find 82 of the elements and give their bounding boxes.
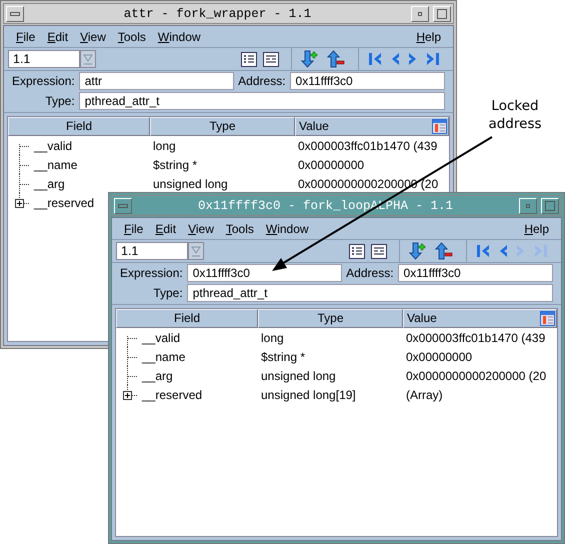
expand-icon[interactable] [15,193,30,208]
skip-first-icon[interactable] [367,51,383,67]
expand-icon[interactable] [123,385,138,400]
value-cell-text: 0x0000000000200000 (20 [405,369,548,383]
thread-combo-field[interactable]: 1.1 [8,50,80,68]
menu-item[interactable]: Window [260,220,315,238]
menu-item[interactable]: File [10,28,42,46]
field-name[interactable]: __name [34,158,78,172]
list-icon[interactable] [241,52,257,66]
menu-item[interactable]: Help [410,28,447,46]
type-cell-text: long [260,331,285,345]
list-icon[interactable] [349,244,365,258]
column-chooser-icon[interactable] [540,311,555,326]
address-field[interactable]: 0x11ffff3c0 [398,264,553,282]
skip-last-icon[interactable] [425,51,441,67]
column-chooser-icon[interactable] [432,119,447,134]
field-name[interactable]: __reserved [142,388,202,402]
column-header[interactable]: Field [116,309,258,328]
column-header[interactable]: Type [150,117,295,136]
menu-item[interactable]: Window [152,28,207,46]
type-cell-text: unsigned long [152,177,229,191]
value-cell-text: 0x00000000 [297,158,366,172]
tree-connector [127,366,138,386]
menu-item[interactable]: View [182,220,220,238]
minimize-button[interactable] [411,6,429,22]
field-name[interactable]: __valid [142,331,180,345]
menu-item[interactable]: File [118,220,150,238]
up-arrow-minus-icon[interactable] [434,242,454,260]
type-label: Type: [44,94,75,108]
menu-item[interactable]: View [74,28,112,46]
skip-first-icon[interactable] [475,243,491,259]
down-arrow-plus-icon[interactable] [300,50,320,68]
column-header[interactable]: Value [299,118,329,135]
up-arrow-minus-icon[interactable] [326,50,346,68]
expression-field[interactable]: attr [78,72,234,90]
value-cell-text: 0x00000000 [405,350,474,364]
square-icon [545,200,555,210]
type-field[interactable]: pthread_attr_t [78,92,445,110]
type-cell-text: long [152,139,177,153]
expression-field[interactable]: 0x11ffff3c0 [186,264,342,282]
column-header[interactable]: Field [8,117,150,136]
column-header[interactable]: Type [258,309,403,328]
field-name[interactable]: __arg [34,177,65,191]
column-header[interactable]: Value [407,310,437,327]
menu-item[interactable]: Edit [149,220,182,238]
down-arrow-plus-icon[interactable] [408,242,428,260]
field-name[interactable]: __name [142,350,186,364]
address-field[interactable]: 0x11ffff3c0 [290,72,445,90]
expression-label: Expression: [12,74,75,88]
menu-item[interactable]: Tools [112,28,152,46]
square-icon [437,8,447,18]
type-cell-text: $string * [260,350,306,364]
callout-label: Locked address [487,97,543,133]
field-name[interactable]: __reserved [34,196,94,210]
value-cell-text: 0x000003ffc01b1470 (439 [405,331,546,345]
window-title: attr - fork_wrapper - 1.1 [122,6,312,20]
value-cell-text: 0x000003ffc01b1470 (439 [297,139,438,153]
list-view-icon[interactable] [371,244,387,258]
thread-combo-field[interactable]: 1.1 [116,242,188,260]
type-label: Type: [152,286,183,300]
window-menu-button[interactable] [114,198,132,214]
expression-label: Expression: [120,266,183,280]
maximize-button[interactable] [541,198,559,214]
minimize-button[interactable] [519,198,537,214]
type-field[interactable]: pthread_attr_t [186,284,553,302]
window-menu-button[interactable] [6,6,24,22]
bar-icon [10,12,20,16]
maximize-button[interactable] [433,6,451,22]
address-label: Address: [346,266,394,280]
bar-icon [118,204,128,208]
tree-connector [19,174,30,194]
field-name[interactable]: __arg [142,369,173,383]
menu-item[interactable]: Help [518,220,555,238]
menu-item[interactable]: Edit [41,28,74,46]
menu-item[interactable]: Tools [220,220,260,238]
type-cell-text: unsigned long [260,369,337,383]
value-cell-text: (Array) [405,388,444,402]
list-view-icon[interactable] [263,52,279,66]
field-name[interactable]: __valid [34,139,72,153]
type-cell-text: $string * [152,158,198,172]
type-cell-text: unsigned long[19] [260,388,357,402]
address-label: Address: [238,74,286,88]
